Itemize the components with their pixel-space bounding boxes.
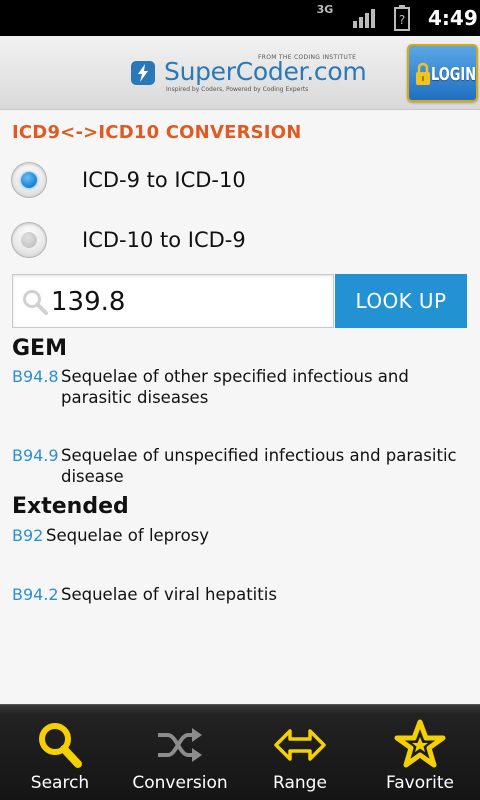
bottom-nav: Search Conversion Range Favorite: [0, 704, 480, 800]
list-item[interactable]: B92 Sequelae of leprosy: [12, 525, 472, 549]
code-description: Sequelae of leprosy: [46, 526, 210, 545]
nav-conversion[interactable]: Conversion: [120, 705, 240, 800]
nav-label: Conversion: [132, 773, 228, 793]
list-item[interactable]: B94.9 Sequelae of unspecified infectious…: [12, 445, 472, 489]
login-button[interactable]: LOGIN: [407, 44, 478, 102]
option-label: ICD-9 to ICD-10: [82, 168, 246, 192]
option-label: ICD-10 to ICD-9: [82, 228, 246, 252]
radio-button-selected[interactable]: [11, 162, 47, 198]
search-field[interactable]: [12, 274, 334, 328]
nav-range[interactable]: Range: [240, 705, 360, 800]
code-link[interactable]: B92: [12, 525, 43, 547]
radio-button-unselected[interactable]: [11, 222, 47, 258]
nav-label: Range: [273, 773, 327, 793]
code-description: Sequelae of unspecified infectious and p…: [61, 446, 457, 486]
code-link[interactable]: B94.9: [12, 445, 59, 467]
lock-icon: [416, 62, 430, 85]
login-label: LOGIN: [431, 64, 477, 85]
list-item[interactable]: B94.8 Sequelae of other specified infect…: [12, 366, 472, 410]
shuffle-icon: [158, 728, 202, 762]
clock: 4:49: [428, 6, 478, 30]
network-type: 3G: [316, 3, 334, 16]
logo-text: SuperCoder.com: [164, 57, 367, 86]
code-link[interactable]: B94.8: [12, 366, 59, 388]
supercoder-logo: FROM THE CODING INSTITUTE SuperCoder.com…: [130, 54, 367, 96]
code-description: Sequelae of other specified infectious a…: [61, 367, 409, 407]
star-icon: [394, 719, 446, 768]
nav-label: Favorite: [386, 773, 454, 793]
code-description: Sequelae of viral hepatitis: [61, 585, 277, 604]
status-bar: 3G ? 4:49: [0, 0, 480, 36]
page-title: ICD9<->ICD10 CONVERSION: [12, 122, 302, 143]
svg-text:?: ?: [399, 13, 405, 27]
list-item[interactable]: B94.2 Sequelae of viral hepatitis: [12, 584, 472, 608]
option-icd9-to-icd10[interactable]: ICD-9 to ICD-10: [0, 157, 480, 201]
nav-favorite[interactable]: Favorite: [360, 705, 480, 800]
nav-search[interactable]: Search: [0, 705, 120, 800]
search-input[interactable]: [51, 281, 327, 323]
code-link[interactable]: B94.2: [12, 584, 59, 606]
nav-label: Search: [30, 773, 90, 793]
double-arrow-icon: [274, 729, 326, 761]
logo-mark-icon: [131, 61, 155, 85]
search-icon: [23, 290, 48, 315]
signal-icon: [353, 9, 375, 28]
option-icd10-to-icd9[interactable]: ICD-10 to ICD-9: [0, 217, 480, 261]
look-up-button[interactable]: LOOK UP: [335, 274, 467, 328]
battery-icon: ?: [394, 5, 410, 31]
gem-heading: GEM: [12, 336, 67, 361]
app-header: FROM THE CODING INSTITUTE SuperCoder.com…: [0, 36, 480, 110]
search-icon: [39, 723, 82, 768]
logo-tagline: Inspired by Coders, Powered by Coding Ex…: [166, 86, 309, 93]
extended-heading: Extended: [12, 494, 129, 519]
